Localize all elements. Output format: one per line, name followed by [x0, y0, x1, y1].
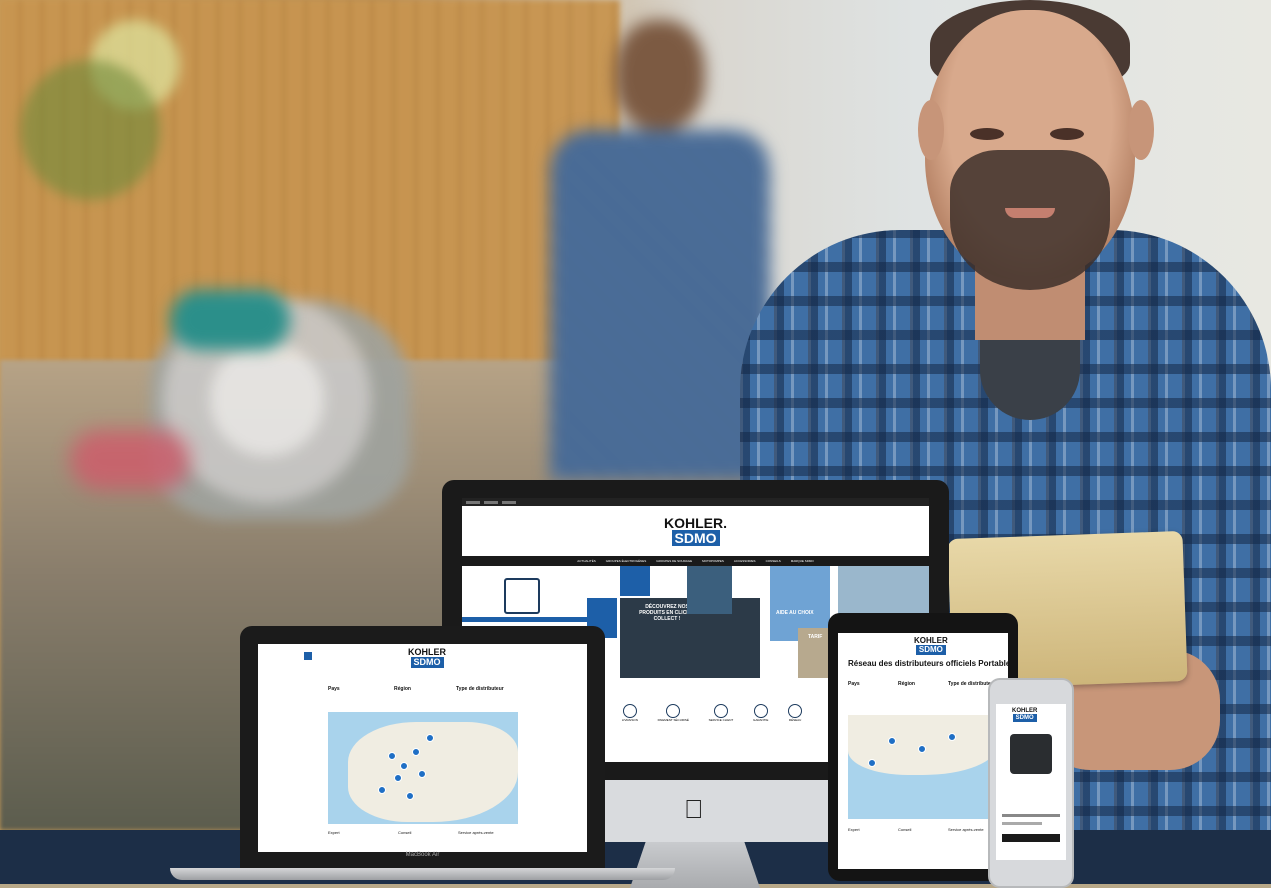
store-tile[interactable] — [462, 566, 602, 628]
features-row: LIVRAISON PAIEMENT SÉCURISÉ SERVICE CLIE… — [612, 704, 812, 734]
imac-nav[interactable]: ACTUALITÉS GROUPES ÉLECTROGÈNES GROUPES … — [462, 556, 929, 566]
imac-topbar — [462, 498, 929, 506]
phone-screen: KOHLER SDMO — [996, 704, 1066, 860]
network-icon — [788, 704, 803, 718]
macbook-screen: KOHLER SDMO Pays Région Type de distribu… — [258, 644, 587, 852]
red-tool — [70, 430, 190, 490]
apple-logo-icon:  — [684, 794, 704, 825]
macbook-label: MacBook Air — [405, 852, 440, 858]
saw-handle — [170, 290, 290, 350]
generator-product-image — [1010, 734, 1052, 774]
filter-type[interactable]: Type de distributeur — [456, 686, 504, 692]
imac-logo: KOHLER. SDMO — [664, 515, 727, 546]
phone-device: KOHLER SDMO — [988, 678, 1074, 888]
tablet-screen: KOHLER SDMO Réseau des distributeurs off… — [838, 633, 1008, 869]
tablet-map[interactable] — [848, 715, 998, 819]
tablet-heading: Réseau des distributeurs officiels Porta… — [848, 659, 1008, 668]
customer-service-icon — [713, 704, 728, 718]
worker-photo-tile — [838, 566, 929, 616]
filter-country[interactable]: Pays — [328, 686, 340, 692]
phone-logo: KOHLER SDMO — [1012, 708, 1038, 722]
macbook-logo: KOHLER SDMO — [408, 647, 446, 668]
menu-icon[interactable] — [304, 652, 312, 660]
secure-payment-icon — [666, 704, 681, 718]
warranty-icon — [753, 704, 768, 718]
foliage — [20, 60, 160, 200]
distributor-map[interactable] — [328, 712, 518, 824]
store-icon — [504, 578, 540, 614]
macbook-device: KOHLER SDMO Pays Région Type de distribu… — [170, 626, 675, 880]
filter-region[interactable]: Région — [394, 686, 411, 692]
delivery-icon — [622, 704, 637, 718]
macbook-base — [170, 868, 675, 880]
imac-stand — [630, 842, 760, 888]
tablet-logo: KOHLER SDMO — [914, 636, 948, 655]
